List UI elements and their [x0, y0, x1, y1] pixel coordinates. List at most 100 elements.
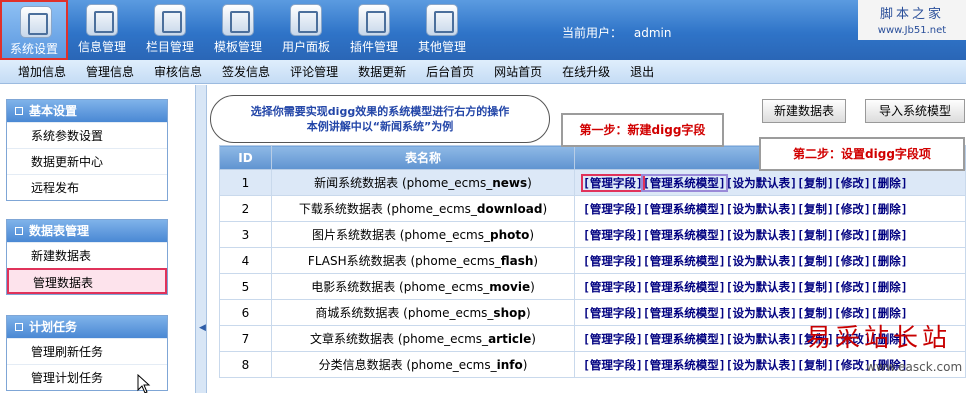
op-link[interactable]: [删除]: [871, 202, 908, 216]
op-link[interactable]: [复制]: [797, 202, 834, 216]
op-link[interactable]: [修改]: [834, 280, 871, 294]
op-link[interactable]: [设为默认表]: [726, 228, 797, 242]
sidebar-item-manage-tables[interactable]: 管理数据表: [7, 268, 167, 294]
op-link[interactable]: [管理字段]: [583, 332, 643, 346]
op-link[interactable]: [设为默认表]: [726, 176, 797, 190]
sub-menu-item[interactable]: 退出: [630, 63, 654, 80]
table-name-suffix: ): [530, 280, 535, 294]
sidebar-item-new-table[interactable]: 新建数据表: [7, 242, 167, 268]
section-title: 计划任务: [29, 320, 78, 334]
current-user: 当前用户： admin: [562, 24, 671, 41]
collapse-icon: [15, 107, 23, 115]
table-name-key: photo: [490, 228, 530, 242]
top-menu-item[interactable]: 模板管理: [204, 0, 272, 60]
op-link[interactable]: [管理系统模型]: [643, 280, 726, 294]
op-link[interactable]: [管理系统模型]: [643, 254, 726, 268]
sub-menu-item[interactable]: 后台首页: [426, 63, 474, 80]
op-link[interactable]: [修改]: [834, 254, 871, 268]
op-link[interactable]: [管理字段]: [583, 254, 643, 268]
op-link[interactable]: [设为默认表]: [726, 202, 797, 216]
collapse-arrow-icon[interactable]: ◀: [199, 323, 206, 333]
op-link[interactable]: [设为默认表]: [726, 280, 797, 294]
top-menu-item[interactable]: 用户面板: [272, 0, 340, 60]
top-menu-item[interactable]: 其他管理: [408, 0, 476, 60]
sub-menu-item[interactable]: 数据更新: [358, 63, 406, 80]
collapse-icon: [15, 227, 23, 235]
op-link[interactable]: [管理字段]: [583, 202, 643, 216]
op-link[interactable]: [修改]: [834, 202, 871, 216]
op-link[interactable]: [管理字段]: [583, 280, 643, 294]
op-link[interactable]: [设为默认表]: [726, 254, 797, 268]
op-link[interactable]: [复制]: [797, 358, 834, 372]
current-user-name: admin: [633, 26, 672, 40]
sidebar-splitter[interactable]: ◀: [195, 85, 207, 393]
sub-menu-item[interactable]: 评论管理: [290, 63, 338, 80]
sidebar-item-refresh-tasks[interactable]: 管理刷新任务: [7, 338, 167, 364]
table-name-prefix: 商城系统数据表 (phome_ecms_: [315, 306, 494, 320]
op-link[interactable]: [设为默认表]: [726, 358, 797, 372]
op-link[interactable]: [管理系统模型]: [643, 202, 726, 216]
op-link[interactable]: [管理字段]: [583, 228, 643, 242]
row-table-name: 电影系统数据表 (phome_ecms_movie): [271, 273, 575, 300]
tip-line2: 本例讲解中以“新闻系统”为例: [306, 120, 454, 133]
top-menu-item[interactable]: 栏目管理: [136, 0, 204, 60]
row-id: 8: [219, 351, 272, 378]
op-link[interactable]: [设为默认表]: [726, 332, 797, 346]
sidebar-section-tables: 数据表管理 新建数据表 管理数据表: [6, 219, 168, 295]
op-link[interactable]: [管理字段]: [583, 306, 643, 320]
sidebar-item-data-update[interactable]: 数据更新中心: [7, 148, 167, 174]
section-header[interactable]: 数据表管理: [7, 220, 167, 242]
op-link[interactable]: [管理字段]: [581, 173, 645, 192]
col-id: ID: [219, 145, 272, 170]
op-link[interactable]: [设为默认表]: [726, 306, 797, 320]
sidebar-item-remote-publish[interactable]: 远程发布: [7, 174, 167, 200]
op-link[interactable]: [删除]: [871, 228, 908, 242]
section-header[interactable]: 计划任务: [7, 316, 167, 338]
sub-menu-item[interactable]: 签发信息: [222, 63, 270, 80]
top-menu-label: 模板管理: [213, 40, 262, 54]
op-link[interactable]: [复制]: [797, 280, 834, 294]
op-link[interactable]: [复制]: [797, 254, 834, 268]
table-row: 2 下载系统数据表 (phome_ecms_download) [管理字段][管理系…: [219, 195, 966, 222]
top-menu-item[interactable]: 插件管理: [340, 0, 408, 60]
op-link[interactable]: [删除]: [871, 280, 908, 294]
sub-menu-item[interactable]: 在线升级: [562, 63, 610, 80]
top-menu-item[interactable]: 信息管理: [68, 0, 136, 60]
sub-menu-item[interactable]: 增加信息: [18, 63, 66, 80]
op-link[interactable]: [管理系统模型]: [643, 306, 726, 320]
new-table-button[interactable]: 新建数据表: [762, 99, 846, 123]
import-model-button[interactable]: 导入系统模型: [865, 99, 965, 123]
sub-menu-item[interactable]: 管理信息: [86, 63, 134, 80]
top-menu-item[interactable]: 系统设置: [0, 0, 68, 60]
sub-menu-item[interactable]: 审核信息: [154, 63, 202, 80]
op-link[interactable]: [修改]: [834, 176, 871, 190]
op-link[interactable]: [复制]: [797, 228, 834, 242]
top-menu-label: 用户面板: [281, 40, 330, 54]
sidebar-item-system-params[interactable]: 系统参数设置: [7, 122, 167, 148]
current-user-label: 当前用户：: [562, 26, 623, 40]
op-link[interactable]: [管理系统模型]: [643, 228, 726, 242]
watermark-url: www.easck.com: [866, 360, 963, 374]
tip-line1: 选择你需要实现digg效果的系统模型进行右方的操作: [250, 105, 510, 118]
op-link[interactable]: [管理系统模型]: [643, 358, 726, 372]
row-ops: [管理字段][管理系统模型][设为默认表][复制][修改][删除]: [574, 247, 966, 274]
callout-step2: 第二步：设置digg字段项: [759, 137, 965, 171]
op-link[interactable]: [管理字段]: [583, 358, 643, 372]
top-bar: 系统设置 信息管理 栏目管理 模板管理 用户面板 插件管理 其他管理 当前用户： admin…: [0, 0, 966, 60]
op-link[interactable]: [复制]: [797, 176, 834, 190]
row-id: 7: [219, 325, 272, 352]
op-link[interactable]: [修改]: [834, 228, 871, 242]
site-logo: 脚本之家 www.Jb51.net: [858, 0, 966, 40]
top-menu-label: 其他管理: [417, 40, 466, 54]
sub-menu-item[interactable]: 网站首页: [494, 63, 542, 80]
row-table-name: FLASH系统数据表 (phome_ecms_flash): [271, 247, 575, 274]
op-link[interactable]: [管理系统模型]: [640, 173, 728, 192]
op-link[interactable]: [删除]: [871, 254, 908, 268]
table-name-suffix: ): [522, 358, 528, 372]
table-name-suffix: ): [542, 202, 548, 216]
table-name-prefix: 文章系统数据表 (phome_ecms_: [310, 332, 489, 346]
op-link[interactable]: [管理系统模型]: [643, 332, 726, 346]
op-link[interactable]: [删除]: [871, 176, 908, 190]
section-header[interactable]: 基本设置: [7, 100, 167, 122]
document-icon: [86, 4, 118, 36]
